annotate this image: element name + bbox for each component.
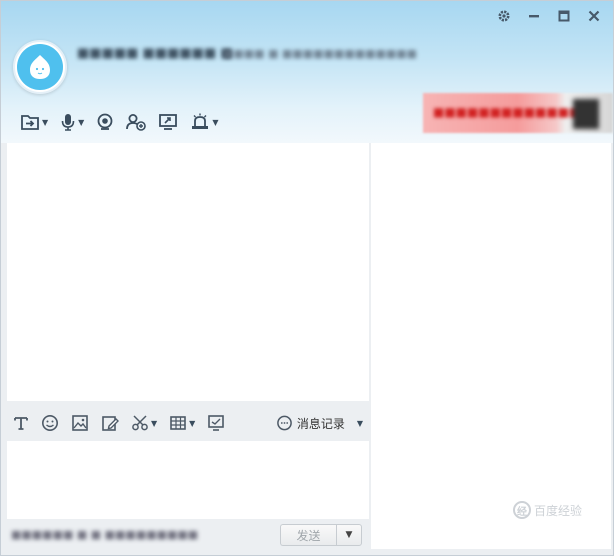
side-panel [371, 143, 611, 549]
file-transfer-icon [20, 113, 40, 131]
doodle-icon [101, 414, 119, 432]
send-button[interactable]: 发送 [280, 524, 336, 546]
chat-bubble-icon [276, 415, 293, 432]
avatar[interactable] [13, 40, 67, 94]
table-icon [169, 414, 187, 432]
screenshot-cut-button[interactable]: ▼ [125, 410, 163, 436]
avatar-mascot-icon [17, 44, 63, 90]
input-toolbar: ▼ ▼ 消息记录 ▼ [7, 407, 369, 439]
screen-share-icon [158, 113, 178, 131]
screen-capture-button[interactable] [201, 410, 231, 436]
screenshot-icon [207, 414, 225, 432]
contact-name[interactable]: ■■■■■ ■■■■■■ ■ [77, 45, 233, 63]
top-toolbar: ▼ ▼ ▼ [15, 109, 223, 135]
chevron-down-icon: ▼ [212, 117, 219, 127]
font-icon [13, 415, 29, 431]
chevron-down-icon: ▼ [78, 117, 85, 127]
chevron-down-icon: ▼ [345, 530, 353, 540]
emoji-button[interactable] [35, 410, 65, 436]
scissors-icon [131, 414, 149, 432]
close-icon[interactable] [585, 7, 603, 25]
chat-window: ■■■■■ ■■■■■■ ■ ■■■■ ■ ■■■■■■■■■■■■■ ■■■■… [0, 0, 614, 556]
chevron-down-icon: ▼ [42, 117, 49, 127]
watermark: 经 百度经验 [513, 501, 582, 519]
watermark-logo-icon: 经 [513, 501, 531, 519]
ad-image [573, 99, 599, 129]
send-options-button[interactable]: ▼ [336, 524, 362, 546]
chat-header: ■■■■■ ■■■■■■ ■ ■■■■ ■ ■■■■■■■■■■■■■ ■■■■… [1, 1, 613, 143]
watermark-text: 百度经验 [534, 503, 583, 518]
ad-banner-text: ■■■■■■■■■■■■■■ [433, 105, 592, 119]
doodle-button[interactable] [95, 410, 125, 436]
remote-assist-icon [190, 113, 210, 131]
message-history-button[interactable]: 消息记录 ▼ [276, 411, 363, 435]
minimize-icon[interactable] [525, 7, 543, 25]
footer-status: ■■■■■■ ■ ■ ■■■■■■■■■ [11, 528, 199, 541]
settings-icon[interactable] [495, 7, 513, 25]
screen-share-button[interactable] [153, 109, 183, 135]
image-icon [71, 414, 89, 432]
maximize-icon[interactable] [555, 7, 573, 25]
message-history-label: 消息记录 [296, 416, 345, 431]
font-button[interactable] [7, 410, 35, 436]
send-group: 发送 ▼ [280, 524, 362, 546]
window-controls [495, 7, 603, 25]
message-history-pane[interactable] [7, 143, 369, 401]
contact-signature: ■■■■ ■ ■■■■■■■■■■■■■ [223, 47, 418, 60]
add-contact-icon [126, 113, 147, 131]
video-call-button[interactable] [91, 109, 119, 135]
microphone-icon [60, 113, 76, 131]
remote-assist-button[interactable]: ▼ [185, 109, 223, 135]
chevron-down-icon: ▼ [151, 418, 158, 428]
emoji-icon [41, 414, 59, 432]
voice-call-button[interactable]: ▼ [55, 109, 89, 135]
file-transfer-button[interactable]: ▼ [15, 109, 53, 135]
message-input[interactable] [7, 441, 369, 519]
video-camera-icon [96, 113, 114, 131]
add-contact-button[interactable] [121, 109, 151, 135]
image-button[interactable] [65, 410, 95, 436]
chevron-down-icon: ▼ [189, 418, 196, 428]
table-button[interactable]: ▼ [163, 410, 201, 436]
chevron-down-icon[interactable]: ▼ [357, 419, 363, 428]
ad-banner[interactable]: ■■■■■■■■■■■■■■ [423, 93, 613, 133]
